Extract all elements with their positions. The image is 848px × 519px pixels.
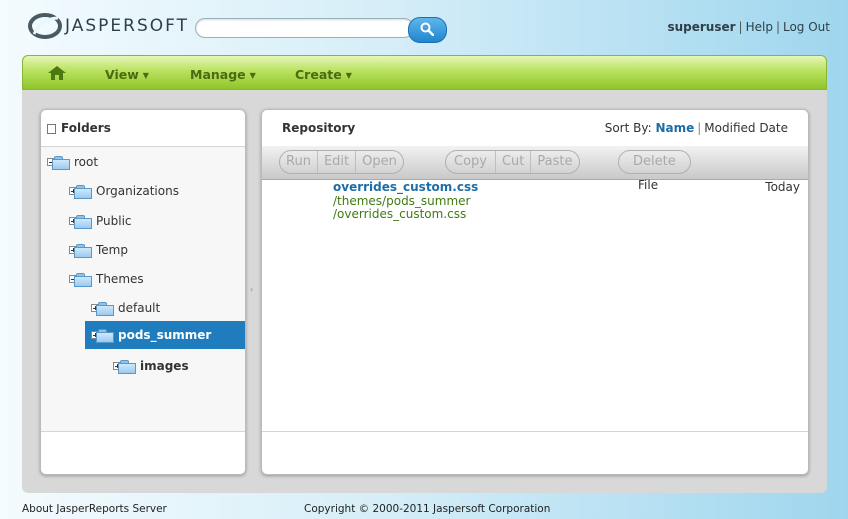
tree-node-themes[interactable]: Themes <box>69 269 144 289</box>
menu-manage[interactable]: Manage ▼ <box>190 67 256 82</box>
folder-icon <box>74 243 92 258</box>
help-link[interactable]: Help <box>746 20 773 34</box>
sort-by-label: Sort By: <box>604 121 652 135</box>
main-menu-bar: View ▼ Manage ▼ Create ▼ <box>22 55 827 90</box>
tree-node-label: Temp <box>96 243 128 257</box>
result-type: File <box>638 178 659 192</box>
menu-manage-label: Manage <box>190 67 246 82</box>
tree-node-label: images <box>140 359 189 373</box>
menu-view-label: View <box>105 67 139 82</box>
about-link[interactable]: About JasperReports Server <box>22 503 167 515</box>
open-button[interactable]: Open <box>355 151 403 173</box>
sort-by: Sort By: Name | Modified Date <box>605 121 788 135</box>
tree-node-images[interactable]: images <box>113 356 189 376</box>
chevron-down-icon: ▼ <box>249 71 256 80</box>
logo-text: JASPERSOFT <box>65 16 189 36</box>
tree-node-public[interactable]: Public <box>69 211 132 231</box>
folders-title: Folders <box>61 121 111 135</box>
sort-by-name[interactable]: Name <box>655 121 694 135</box>
repository-panel: Repository Sort By: Name | Modified Date R… <box>261 109 809 475</box>
result-path: /themes/pods_summer <box>333 194 471 208</box>
tree-node-label: default <box>118 301 161 315</box>
tree-node-label: Public <box>96 214 132 228</box>
paste-button[interactable]: Paste <box>530 151 578 173</box>
panel-splitter-handle[interactable]: ‹ <box>250 285 253 294</box>
tree-node-organizations[interactable]: Organizations <box>69 181 179 201</box>
repository-header: Repository Sort By: Name | Modified Date <box>262 110 808 147</box>
tree-node-label: Organizations <box>96 184 179 198</box>
copy-button[interactable]: Copy <box>446 151 495 173</box>
folder-icon <box>96 301 114 316</box>
repository-toolbar: Run Edit Open Copy Cut Paste Delete <box>262 146 808 180</box>
folder-icon <box>74 272 92 287</box>
result-modified-date: Today <box>765 180 800 194</box>
home-button[interactable] <box>48 66 66 83</box>
tree-node-label: Themes <box>96 272 144 286</box>
panel-collapse-icon[interactable] <box>47 124 56 134</box>
cut-button[interactable]: Cut <box>494 151 530 173</box>
copyright-text: Copyright © 2000-2011 Jaspersoft Corpora… <box>304 503 551 515</box>
copy-cut-paste-group: Copy Cut Paste <box>445 150 580 174</box>
folder-icon <box>96 328 114 343</box>
separator: | <box>697 121 702 135</box>
repository-title: Repository <box>282 121 356 135</box>
sort-by-modified-date[interactable]: Modified Date <box>704 121 788 135</box>
menu-view[interactable]: View ▼ <box>105 67 149 82</box>
menu-create-label: Create <box>295 67 342 82</box>
chevron-down-icon: ▼ <box>345 71 352 80</box>
folder-icon <box>74 214 92 229</box>
search-button[interactable] <box>408 17 447 43</box>
result-path: /overrides_custom.css <box>333 207 467 221</box>
user-bar: superuser | Help | Log Out <box>667 20 830 34</box>
search-icon <box>420 22 434 36</box>
run-button[interactable]: Run <box>280 151 317 173</box>
menu-create[interactable]: Create ▼ <box>295 67 352 82</box>
delete-button[interactable]: Delete <box>619 151 690 173</box>
tree-node-default[interactable]: default <box>91 298 160 318</box>
chevron-down-icon: ▼ <box>142 71 149 80</box>
separator: | <box>775 20 780 34</box>
search-input[interactable] <box>195 18 414 38</box>
folder-tree: root Organizations Public Temp Themes de… <box>41 147 245 431</box>
folders-panel: Folders root Organizations Public Temp T… <box>40 109 246 475</box>
folder-icon <box>52 155 70 170</box>
folders-header: Folders <box>41 110 245 147</box>
home-icon <box>48 66 66 80</box>
delete-group: Delete <box>618 150 691 174</box>
folders-footer <box>41 431 245 474</box>
tree-node-label: root <box>74 155 99 169</box>
separator: | <box>738 20 743 34</box>
edit-button[interactable]: Edit <box>316 151 355 173</box>
logout-link[interactable]: Log Out <box>783 20 830 34</box>
folder-icon <box>118 359 136 374</box>
username: superuser <box>667 20 736 34</box>
result-name-link[interactable]: overrides_custom.css <box>333 180 478 194</box>
tree-node-pods-summer[interactable]: pods_summer <box>85 321 245 349</box>
logo-swirl-icon <box>28 13 62 39</box>
tree-node-root[interactable]: root <box>47 152 98 172</box>
run-edit-open-group: Run Edit Open <box>279 150 404 174</box>
repository-footer <box>262 431 808 474</box>
folder-icon <box>74 184 92 199</box>
tree-node-label: pods_summer <box>118 328 212 342</box>
jaspersoft-logo: JASPERSOFT <box>28 12 189 40</box>
tree-node-temp[interactable]: Temp <box>69 240 128 260</box>
